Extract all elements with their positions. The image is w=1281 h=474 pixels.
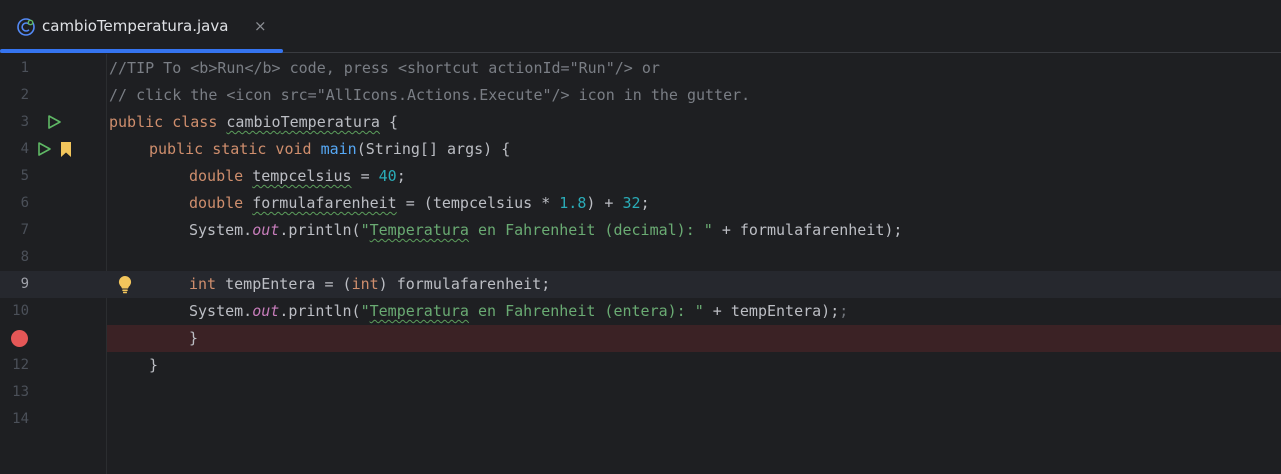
tab-label: cambioTemperatura.java — [42, 17, 229, 35]
editor-tab-bar: cambioTemperatura.java × — [0, 0, 1281, 53]
code-text: } — [189, 329, 199, 347]
code-text: public static void main(String[] args) { — [149, 140, 511, 158]
close-icon[interactable]: × — [254, 17, 267, 35]
code-line[interactable]: 13 — [0, 379, 1281, 406]
code-line-current[interactable]: 9 int tempEntera = (int) formulafarenhei… — [0, 271, 1281, 298]
code-line[interactable]: 1 //TIP To <b>Run</b> code, press <short… — [0, 55, 1281, 82]
tab-cambioTemperatura[interactable]: cambioTemperatura.java × — [0, 0, 283, 53]
code-text: //TIP To <b>Run</b> code, press <shortcu… — [109, 59, 660, 77]
line-number: 8 — [20, 249, 29, 265]
code-line[interactable]: 14 — [0, 406, 1281, 433]
line-number: 1 — [20, 60, 29, 76]
line-number: 10 — [12, 303, 29, 319]
bookmark-icon[interactable] — [60, 142, 72, 157]
code-line[interactable]: 6 double formulafarenheit = (tempcelsius… — [0, 190, 1281, 217]
code-text: System.out.println("Temperatura en Fahre… — [189, 302, 849, 320]
code-text: // click the <icon src="AllIcons.Actions… — [109, 86, 751, 104]
code-text: public class cambioTemperatura { — [109, 113, 398, 131]
code-line-breakpoint[interactable]: } — [0, 325, 1281, 352]
code-editor[interactable]: 1 //TIP To <b>Run</b> code, press <short… — [0, 54, 1281, 474]
code-text: double tempcelsius = 40; — [189, 167, 406, 185]
code-line[interactable]: 5 double tempcelsius = 40; — [0, 163, 1281, 190]
line-number: 13 — [12, 384, 29, 400]
code-line[interactable]: 8 — [0, 244, 1281, 271]
line-number: 9 — [20, 276, 29, 292]
breakpoint-icon[interactable] — [11, 330, 28, 347]
line-number: 6 — [20, 195, 29, 211]
line-number: 2 — [20, 87, 29, 103]
code-text: double formulafarenheit = (tempcelsius *… — [189, 194, 650, 212]
line-number: 4 — [20, 141, 29, 157]
java-class-icon — [17, 18, 35, 36]
breakpoint-line-highlight — [107, 325, 1281, 352]
line-number: 3 — [20, 114, 29, 130]
code-line[interactable]: 12 } — [0, 352, 1281, 379]
code-line[interactable]: 2 // click the <icon src="AllIcons.Actio… — [0, 82, 1281, 109]
line-number: 14 — [12, 411, 29, 427]
lightbulb-icon[interactable] — [117, 275, 133, 294]
code-text: int tempEntera = (int) formulafarenheit; — [189, 275, 551, 293]
line-number: 12 — [12, 357, 29, 373]
line-number: 5 — [20, 168, 29, 184]
code-text: } — [149, 356, 159, 374]
code-line[interactable]: 7 System.out.println("Temperatura en Fah… — [0, 217, 1281, 244]
code-line[interactable]: 10 System.out.println("Temperatura en Fa… — [0, 298, 1281, 325]
run-icon[interactable] — [46, 114, 62, 130]
code-line[interactable]: 4 public static void main(String[] args)… — [0, 136, 1281, 163]
code-text: System.out.println("Temperatura en Fahre… — [189, 221, 903, 239]
run-icon[interactable] — [36, 141, 52, 157]
active-tab-indicator — [0, 49, 283, 53]
code-line[interactable]: 3 public class cambioTemperatura { — [0, 109, 1281, 136]
line-number: 7 — [20, 222, 29, 238]
